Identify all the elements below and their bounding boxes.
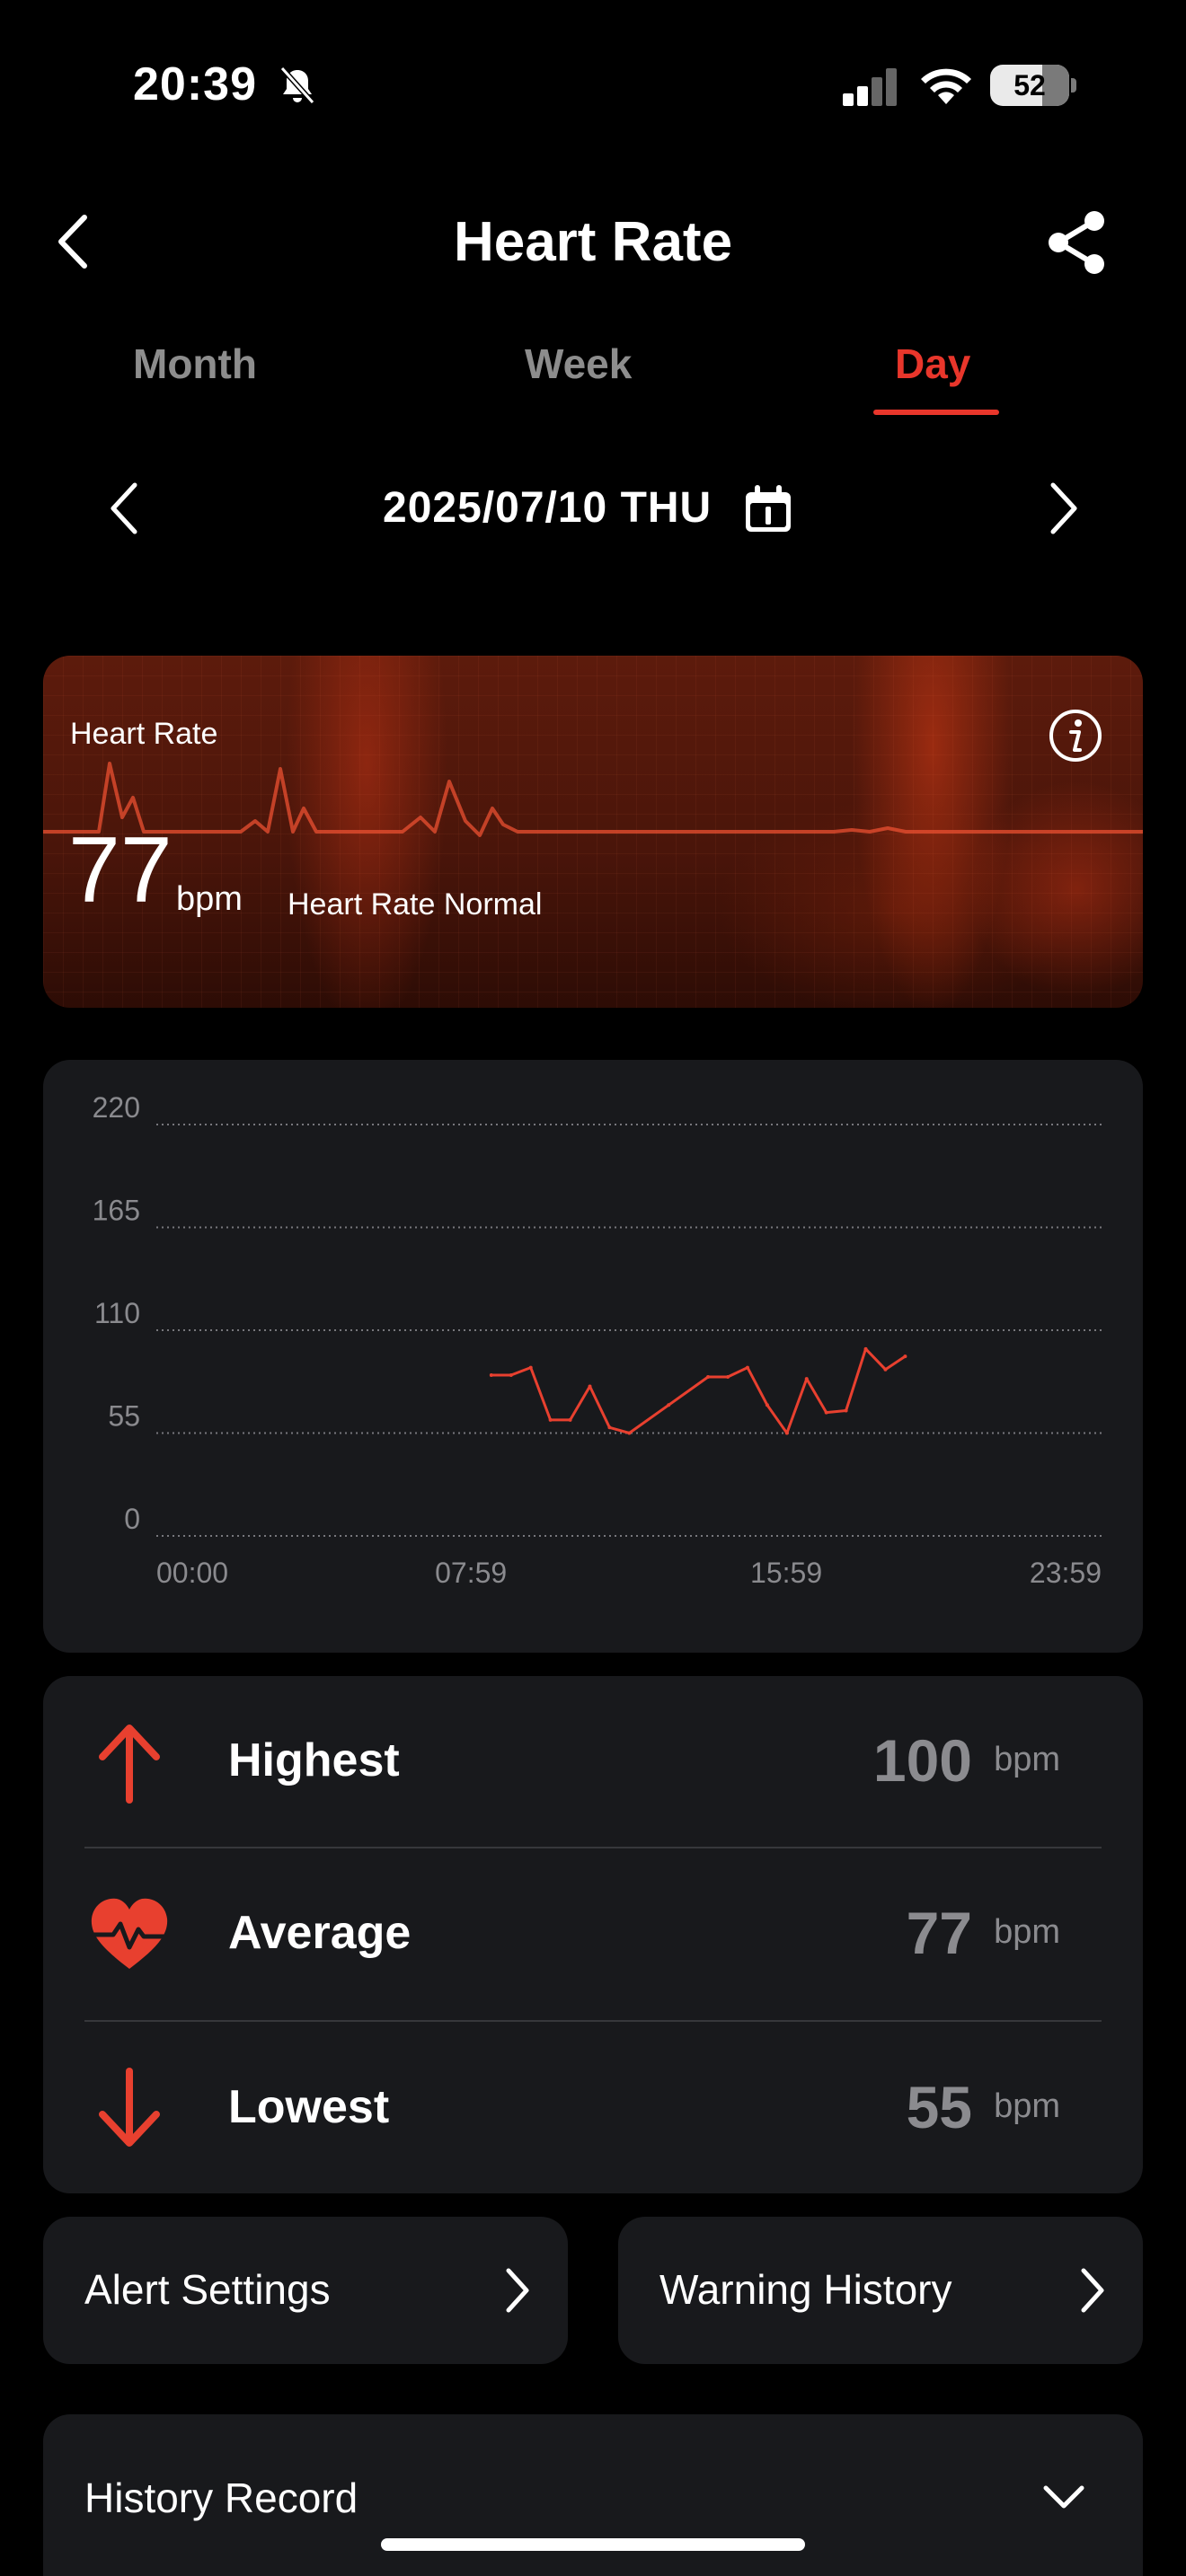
heart-rate-data-point: [883, 1367, 888, 1372]
heart-rate-data-point: [568, 1417, 572, 1422]
heart-rate-data-point: [844, 1408, 848, 1413]
home-indicator: [381, 2538, 805, 2551]
heart-rate-data-point: [903, 1354, 907, 1359]
next-day-button[interactable]: [1046, 480, 1082, 537]
stat-value-average: 77: [906, 1900, 972, 1966]
chevron-down-icon[interactable]: [1042, 2483, 1085, 2511]
heart-rate-data-point: [726, 1375, 730, 1380]
stat-unit-highest: bpm: [994, 1741, 1060, 1778]
current-heart-rate-unit: bpm: [176, 880, 243, 918]
cellular-signal-icon: [843, 68, 897, 106]
heart-rate-data-point: [548, 1417, 553, 1422]
warning-history-label: Warning History: [659, 2266, 952, 2313]
x-tick-label: 00:00: [156, 1557, 228, 1589]
heart-rate-data-point: [863, 1346, 868, 1351]
stat-label-average: Average: [228, 1907, 412, 1959]
arrow-down-icon: [99, 2068, 160, 2147]
chevron-right-icon: [1081, 2268, 1104, 2313]
heart-rate-data-point: [509, 1372, 513, 1377]
heart-rate-data-point: [765, 1403, 769, 1407]
heart-rate-data-point: [745, 1365, 749, 1370]
stat-value-lowest: 55: [906, 2074, 972, 2140]
heart-rate-data-point: [804, 1377, 809, 1381]
y-tick-label: 165: [93, 1195, 140, 1227]
y-tick-label: 0: [124, 1503, 140, 1535]
heart-rate-data-point: [489, 1372, 493, 1377]
heart-rate-data-point: [607, 1425, 612, 1430]
history-record-section[interactable]: History Record: [43, 2414, 1143, 2576]
wifi-icon: [921, 68, 971, 104]
heart-rate-data-point: [706, 1375, 711, 1380]
heart-rate-data-point: [667, 1403, 671, 1407]
heart-rate-chart-card: 220 165 110 55 0 00:00 07:59 15:59 23:59: [43, 1060, 1143, 1653]
y-tick-label: 220: [93, 1091, 140, 1124]
active-tab-indicator: [873, 410, 999, 415]
y-tick-label: 55: [108, 1400, 140, 1433]
heart-rate-series-line: [491, 1347, 907, 1434]
heart-rate-status: Heart Rate Normal: [288, 887, 543, 922]
warning-history-button[interactable]: Warning History: [618, 2217, 1143, 2364]
bell-slash-icon: [279, 66, 315, 105]
stat-row-lowest: Lowest 55 bpm: [43, 2023, 1143, 2195]
stat-label-highest: Highest: [228, 1734, 400, 1786]
battery-level: 52: [1013, 69, 1046, 101]
heart-rate-data-point: [588, 1384, 592, 1389]
tab-week[interactable]: Week: [525, 340, 632, 388]
heart-rate-stats-card: Highest 100 bpm Average 77 bpm Lowest 55…: [43, 1676, 1143, 2193]
alert-settings-button[interactable]: Alert Settings: [43, 2217, 568, 2364]
heart-rate-line-chart[interactable]: 220 165 110 55 0 00:00 07:59 15:59 23:59: [43, 1060, 1143, 1653]
info-icon[interactable]: [1048, 708, 1103, 763]
heart-rate-summary-card: Heart Rate 77 bpm Heart Rate Normal: [43, 656, 1143, 1008]
current-heart-rate: 77: [68, 818, 173, 922]
heart-rate-data-point: [528, 1365, 533, 1370]
alert-settings-label: Alert Settings: [84, 2266, 331, 2313]
chevron-right-icon: [506, 2268, 529, 2313]
ecg-wave-decoration: [43, 762, 1143, 837]
stat-value-highest: 100: [872, 1727, 972, 1794]
tab-day[interactable]: Day: [895, 340, 970, 388]
stat-unit-average: bpm: [994, 1913, 1060, 1951]
y-tick-label: 110: [94, 1297, 140, 1329]
x-tick-label: 15:59: [750, 1557, 822, 1589]
status-bar: 20:39 52: [0, 0, 1186, 171]
heart-rate-data-point: [824, 1410, 828, 1415]
previous-day-button[interactable]: [106, 480, 142, 537]
divider: [84, 2020, 1102, 2022]
page-title: Heart Rate: [453, 211, 733, 273]
stat-label-lowest: Lowest: [228, 2081, 390, 2133]
hero-label: Heart Rate: [70, 717, 218, 751]
stat-row-average: Average 77 bpm: [43, 1848, 1143, 2021]
heart-pulse-icon: [91, 1898, 168, 1969]
heart-rate-data-point: [627, 1431, 632, 1435]
history-record-label: History Record: [84, 2475, 358, 2521]
x-tick-label: 23:59: [1030, 1557, 1102, 1589]
stat-unit-lowest: bpm: [994, 2087, 1060, 2125]
date-label[interactable]: 2025/07/10 THU: [383, 483, 712, 533]
status-time: 20:39: [133, 58, 257, 110]
battery-icon: 52: [990, 65, 1076, 106]
x-tick-label: 07:59: [435, 1557, 507, 1589]
calendar-icon[interactable]: [742, 483, 794, 535]
arrow-up-icon: [99, 1725, 160, 1804]
stat-row-highest: Highest 100 bpm: [43, 1676, 1143, 1848]
heart-rate-data-point: [784, 1431, 789, 1435]
share-icon[interactable]: [1044, 207, 1112, 278]
tab-month[interactable]: Month: [133, 340, 257, 388]
